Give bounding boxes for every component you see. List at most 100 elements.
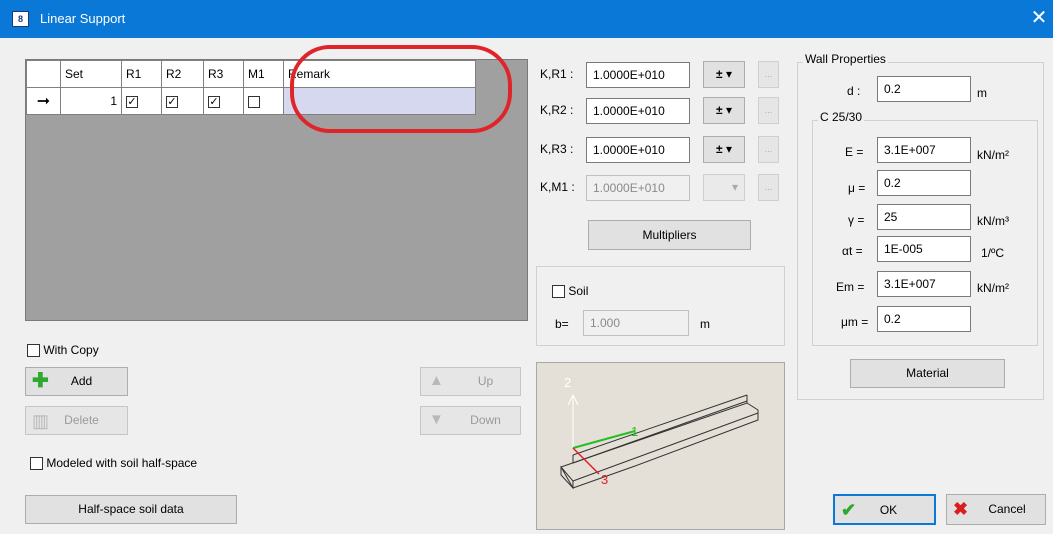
trash-icon: ▥ [32, 411, 50, 431]
chevron-down-icon: ▾ [731, 180, 738, 194]
kr3-field[interactable]: 1.0000E+010 [586, 137, 690, 163]
r2-checkbox[interactable]: ✓ [166, 95, 178, 108]
plus-icon: ✚ [32, 370, 49, 392]
r1-checkbox[interactable]: ✓ [126, 95, 138, 108]
soil-checkbox[interactable] [552, 285, 565, 299]
cell-set[interactable]: 1 [60, 87, 122, 115]
mu-label: μ = [848, 181, 866, 195]
x-icon: ✖ [953, 499, 969, 519]
multipliers-button[interactable]: Multipliers [588, 220, 751, 250]
chevron-down-icon: ▾ [725, 142, 732, 156]
add-button[interactable]: ✚ Add [25, 367, 128, 396]
kr3-more-button[interactable]: ... [758, 136, 779, 163]
mum-field[interactable]: 0.2 [877, 306, 971, 332]
Em-unit: kN/m² [977, 281, 1009, 295]
col-r1[interactable]: R1 [121, 60, 162, 88]
gamma-unit: kN/m³ [977, 214, 1009, 228]
chevron-down-icon: ▾ [725, 67, 732, 81]
support-preview: 2 1 3 [536, 362, 785, 530]
ok-button[interactable]: ✔ OK [833, 494, 936, 525]
col-m1[interactable]: M1 [243, 60, 284, 88]
material-button[interactable]: Material [850, 359, 1005, 388]
kr3-label: K,R3 : [540, 142, 574, 156]
ok-label: OK [879, 503, 898, 517]
km1-field[interactable]: 1.0000E+010 [586, 175, 690, 201]
close-icon[interactable]: ✕ [1028, 7, 1050, 29]
at-field[interactable]: 1E-005 [877, 236, 971, 262]
kr1-more-button[interactable]: ... [758, 61, 779, 88]
with-copy-label: With Copy [43, 343, 99, 357]
Em-field[interactable]: 3.1E+007 [877, 271, 971, 297]
down-label: Down [470, 413, 501, 427]
app-icon: 8 [12, 11, 29, 27]
with-copy-option[interactable]: With Copy [27, 343, 99, 358]
highlight-annotation [290, 45, 512, 133]
modeled-label: Modeled with soil half-space [46, 456, 198, 470]
col-r3[interactable]: R3 [203, 60, 244, 88]
title-bar: 8 Linear Support ✕ [0, 0, 1053, 38]
arrow-up-icon: ▲ [429, 372, 444, 389]
m1-checkbox[interactable] [248, 95, 260, 108]
kr1-label: K,R1 : [540, 67, 574, 81]
plus-minus-icon: ± [716, 67, 723, 81]
grid-corner [26, 60, 61, 88]
at-label: αt = [842, 244, 863, 258]
kr3-sign-button[interactable]: ± ▾ [703, 136, 745, 163]
km1-more-button[interactable]: ... [758, 174, 779, 201]
cancel-button[interactable]: ✖ Cancel [946, 494, 1046, 525]
cell-r1[interactable]: ✓ [121, 87, 162, 115]
col-set[interactable]: Set [60, 60, 122, 88]
km1-sign-button[interactable]: ▾ [703, 174, 745, 201]
chevron-down-icon: ▾ [725, 103, 732, 117]
r3-checkbox[interactable]: ✓ [208, 95, 220, 108]
half-space-soil-button[interactable]: Half-space soil data [25, 495, 237, 524]
delete-label: Delete [64, 413, 99, 427]
cancel-label: Cancel [988, 502, 1026, 516]
row-indicator-icon: ➞ [26, 87, 61, 115]
E-label: E = [845, 145, 864, 159]
kr2-more-button[interactable]: ... [758, 97, 779, 124]
up-label: Up [477, 374, 494, 388]
plus-minus-icon: ± [716, 103, 723, 117]
kr2-sign-button[interactable]: ± ▾ [703, 97, 745, 124]
soil-label: Soil [568, 284, 589, 298]
plus-minus-icon: ± [716, 142, 723, 156]
modeled-checkbox[interactable] [30, 457, 43, 471]
cell-r3[interactable]: ✓ [203, 87, 244, 115]
gamma-field[interactable]: 25 [877, 204, 971, 230]
kr1-field[interactable]: 1.0000E+010 [586, 62, 690, 88]
axis-y-label: 2 [564, 375, 571, 390]
delete-button[interactable]: ▥ Delete [25, 406, 128, 435]
at-unit: 1/ºC [981, 246, 1005, 260]
d-unit: m [977, 86, 987, 100]
kr2-label: K,R2 : [540, 103, 574, 117]
b-unit: m [700, 317, 710, 331]
col-r2[interactable]: R2 [161, 60, 204, 88]
cell-r2[interactable]: ✓ [161, 87, 204, 115]
wall-properties-title: Wall Properties [803, 52, 888, 66]
cell-m1[interactable] [243, 87, 284, 115]
wall-3d-icon: 2 1 3 [560, 375, 759, 490]
soil-option[interactable]: Soil [552, 284, 589, 299]
d-label: d : [847, 84, 861, 98]
kr1-sign-button[interactable]: ± ▾ [703, 61, 745, 88]
with-copy-checkbox[interactable] [27, 344, 40, 358]
up-button[interactable]: ▲ Up [420, 367, 521, 396]
kr2-field[interactable]: 1.0000E+010 [586, 98, 690, 124]
gamma-label: γ = [848, 213, 865, 227]
E-unit: kN/m² [977, 148, 1009, 162]
mum-label: μm = [841, 315, 869, 329]
Em-label: Em = [836, 280, 865, 294]
b-field[interactable]: 1.000 [583, 310, 689, 336]
material-class: C 25/30 [818, 110, 865, 124]
mu-field[interactable]: 0.2 [877, 170, 971, 196]
window-title: Linear Support [40, 11, 126, 26]
add-label: Add [70, 374, 93, 388]
down-button[interactable]: ▼ Down [420, 406, 521, 435]
axis-z-label: 3 [601, 472, 608, 487]
d-field[interactable]: 0.2 [877, 76, 971, 102]
axis-x-label: 1 [631, 424, 638, 439]
E-field[interactable]: 3.1E+007 [877, 137, 971, 163]
km1-label: K,M1 : [540, 180, 575, 194]
modeled-option[interactable]: Modeled with soil half-space [30, 456, 198, 471]
